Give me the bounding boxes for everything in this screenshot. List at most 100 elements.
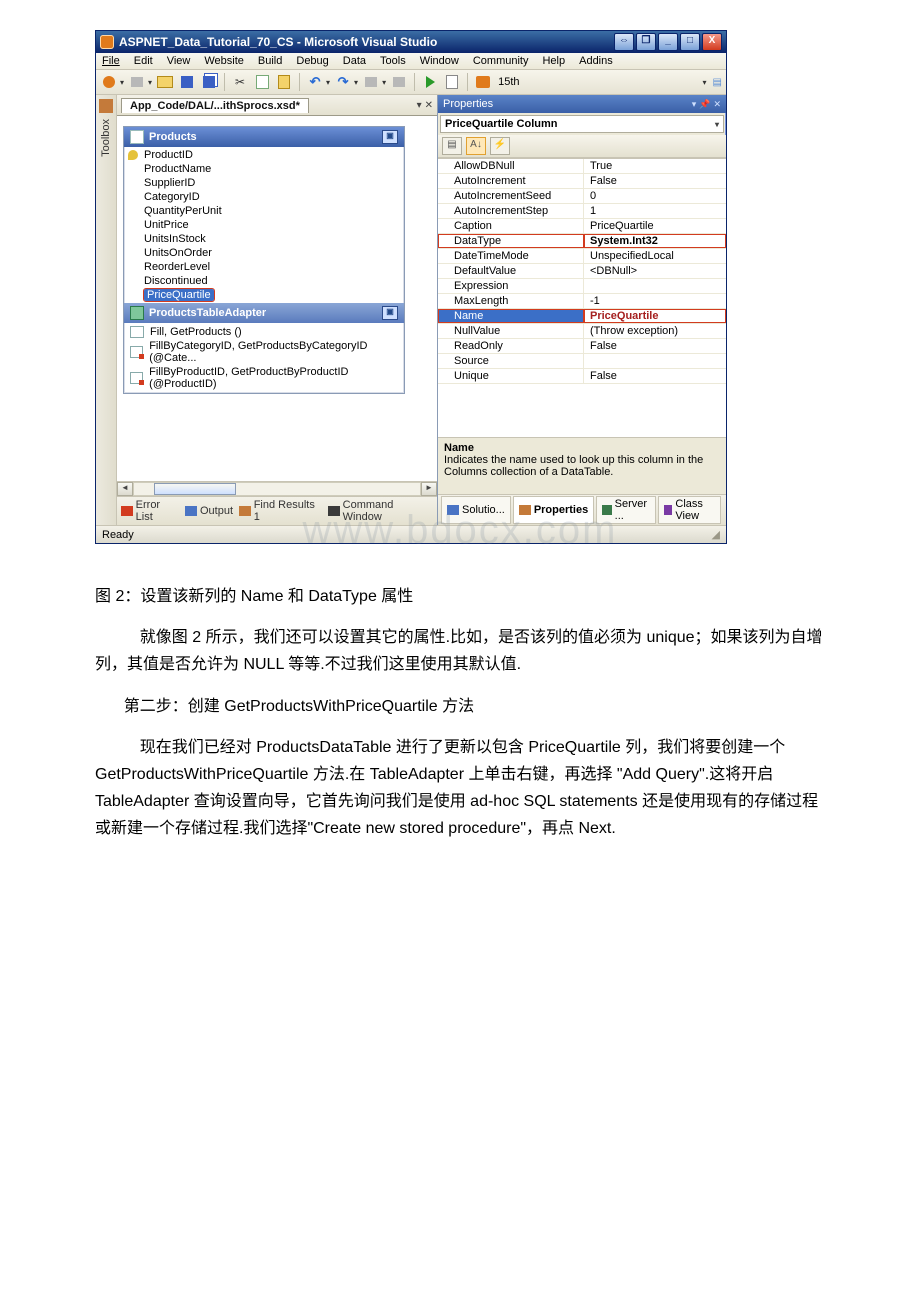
- menu-build[interactable]: Build: [258, 55, 282, 67]
- property-row[interactable]: NullValue(Throw exception): [438, 324, 726, 339]
- tab-command-window[interactable]: Command Window: [328, 499, 433, 523]
- properties-object-selector[interactable]: PriceQuartile Column ▾: [440, 115, 724, 133]
- pane-close-icon[interactable]: ✕: [713, 99, 721, 110]
- tab-server-explorer[interactable]: Server ...: [596, 496, 655, 524]
- property-value[interactable]: (Throw exception): [584, 324, 726, 338]
- tab-class-view[interactable]: Class View: [658, 496, 721, 524]
- menu-view[interactable]: View: [167, 55, 191, 67]
- property-value[interactable]: PriceQuartile: [584, 309, 726, 323]
- property-row[interactable]: DefaultValue<DBNull>: [438, 264, 726, 279]
- toolbar-overflow-icon[interactable]: ▾: [701, 78, 709, 87]
- menu-website[interactable]: Website: [204, 55, 244, 67]
- menu-tools[interactable]: Tools: [380, 55, 406, 67]
- cut-icon[interactable]: ✂: [231, 73, 249, 91]
- datatable-column[interactable]: ProductName: [124, 162, 404, 176]
- tab-close-icon[interactable]: ✕: [425, 100, 433, 111]
- property-value[interactable]: False: [584, 174, 726, 188]
- property-value[interactable]: System.Int32: [584, 234, 726, 248]
- redo-icon[interactable]: ↷: [334, 73, 352, 91]
- tab-properties[interactable]: Properties: [513, 496, 594, 524]
- scroll-right-icon[interactable]: ►: [421, 482, 437, 496]
- property-value[interactable]: False: [584, 369, 726, 383]
- chevron-down-icon[interactable]: ▾: [120, 78, 124, 87]
- property-row[interactable]: CaptionPriceQuartile: [438, 219, 726, 234]
- find-in-files-icon[interactable]: [443, 73, 461, 91]
- property-value[interactable]: UnspecifiedLocal: [584, 249, 726, 263]
- save-icon[interactable]: [178, 73, 196, 91]
- property-row[interactable]: Source: [438, 354, 726, 369]
- datatable-column[interactable]: UnitPrice: [124, 218, 404, 232]
- vs-titlebar[interactable]: ASPNET_Data_Tutorial_70_CS - Microsoft V…: [96, 31, 726, 53]
- designer-surface[interactable]: Products ▣ ProductIDProductNameSupplierI…: [117, 116, 437, 481]
- window-close-button[interactable]: X: [702, 33, 722, 51]
- property-value[interactable]: 1: [584, 204, 726, 218]
- menu-help[interactable]: Help: [542, 55, 565, 67]
- property-row[interactable]: NamePriceQuartile: [438, 309, 726, 324]
- add-item-icon[interactable]: [128, 73, 146, 91]
- chevron-down-icon[interactable]: ▾: [148, 78, 152, 87]
- property-value[interactable]: <DBNull>: [584, 264, 726, 278]
- copy-icon[interactable]: [253, 73, 271, 91]
- properties-grid[interactable]: AllowDBNullTrueAutoIncrementFalseAutoInc…: [438, 158, 726, 437]
- prop-alphabetical-icon[interactable]: A↓: [466, 137, 486, 155]
- datatable-column[interactable]: UnitsInStock: [124, 232, 404, 246]
- datatable-column[interactable]: PriceQuartile: [124, 288, 404, 302]
- property-row[interactable]: DateTimeModeUnspecifiedLocal: [438, 249, 726, 264]
- nav-back-icon[interactable]: [362, 73, 380, 91]
- property-row[interactable]: Expression: [438, 279, 726, 294]
- menu-community[interactable]: Community: [473, 55, 529, 67]
- datatable-column[interactable]: ReorderLevel: [124, 260, 404, 274]
- datatable-column[interactable]: SupplierID: [124, 176, 404, 190]
- designer-horizontal-scrollbar[interactable]: ◄ ►: [117, 481, 437, 496]
- property-row[interactable]: AutoIncrementStep1: [438, 204, 726, 219]
- property-row[interactable]: UniqueFalse: [438, 369, 726, 384]
- chevron-down-icon[interactable]: ▾: [326, 78, 330, 87]
- window-restore-button[interactable]: ❐: [636, 33, 656, 51]
- tableadapter-method[interactable]: Fill, GetProducts (): [124, 325, 404, 339]
- property-value[interactable]: 0: [584, 189, 726, 203]
- tab-find-results[interactable]: Find Results 1: [239, 499, 322, 523]
- quick-find-icon[interactable]: [474, 73, 492, 91]
- menu-edit[interactable]: Edit: [134, 55, 153, 67]
- properties-titlebar[interactable]: Properties ▾ 📌 ✕: [438, 95, 726, 113]
- property-value[interactable]: False: [584, 339, 726, 353]
- property-row[interactable]: DataTypeSystem.Int32: [438, 234, 726, 249]
- find-text[interactable]: 15th: [498, 76, 519, 88]
- tableadapter-header[interactable]: ProductsTableAdapter ▣: [124, 303, 404, 323]
- datatable-box[interactable]: Products ▣ ProductIDProductNameSupplierI…: [123, 126, 405, 394]
- chevron-down-icon[interactable]: ▾: [382, 78, 386, 87]
- pane-pin-icon[interactable]: 📌: [699, 99, 710, 110]
- datatable-header[interactable]: Products ▣: [124, 127, 404, 147]
- document-tab[interactable]: App_Code/DAL/...ithSprocs.xsd*: [121, 98, 309, 113]
- tab-output[interactable]: Output: [185, 505, 233, 517]
- window-minimize-button[interactable]: _: [658, 33, 678, 51]
- pane-dropdown-icon[interactable]: ▾: [692, 99, 697, 110]
- property-value[interactable]: [584, 279, 726, 293]
- tab-error-list[interactable]: Error List: [121, 499, 179, 523]
- start-debug-icon[interactable]: [421, 73, 439, 91]
- scroll-left-icon[interactable]: ◄: [117, 482, 133, 496]
- collapse-icon[interactable]: ▣: [382, 306, 398, 320]
- datatable-column[interactable]: QuantityPerUnit: [124, 204, 404, 218]
- scroll-track[interactable]: [133, 482, 421, 496]
- property-row[interactable]: ReadOnlyFalse: [438, 339, 726, 354]
- datatable-column[interactable]: UnitsOnOrder: [124, 246, 404, 260]
- prop-events-icon[interactable]: ⚡: [490, 137, 510, 155]
- toolbox-sidebar[interactable]: Toolbox: [96, 95, 117, 525]
- property-value[interactable]: [584, 354, 726, 368]
- new-project-icon[interactable]: [100, 73, 118, 91]
- property-row[interactable]: AutoIncrementSeed0: [438, 189, 726, 204]
- property-row[interactable]: MaxLength-1: [438, 294, 726, 309]
- save-all-icon[interactable]: [200, 73, 218, 91]
- menu-window[interactable]: Window: [420, 55, 459, 67]
- prop-categorized-icon[interactable]: ▤: [442, 137, 462, 155]
- tableadapter-method[interactable]: FillByProductID, GetProductByProductID (…: [124, 365, 404, 391]
- resize-grip-icon[interactable]: ◢: [712, 528, 720, 541]
- property-row[interactable]: AllowDBNullTrue: [438, 159, 726, 174]
- property-value[interactable]: PriceQuartile: [584, 219, 726, 233]
- window-maximize-button[interactable]: □: [680, 33, 700, 51]
- menu-addins[interactable]: Addins: [579, 55, 613, 67]
- undo-icon[interactable]: ↶: [306, 73, 324, 91]
- nav-fwd-icon[interactable]: [390, 73, 408, 91]
- paste-icon[interactable]: [275, 73, 293, 91]
